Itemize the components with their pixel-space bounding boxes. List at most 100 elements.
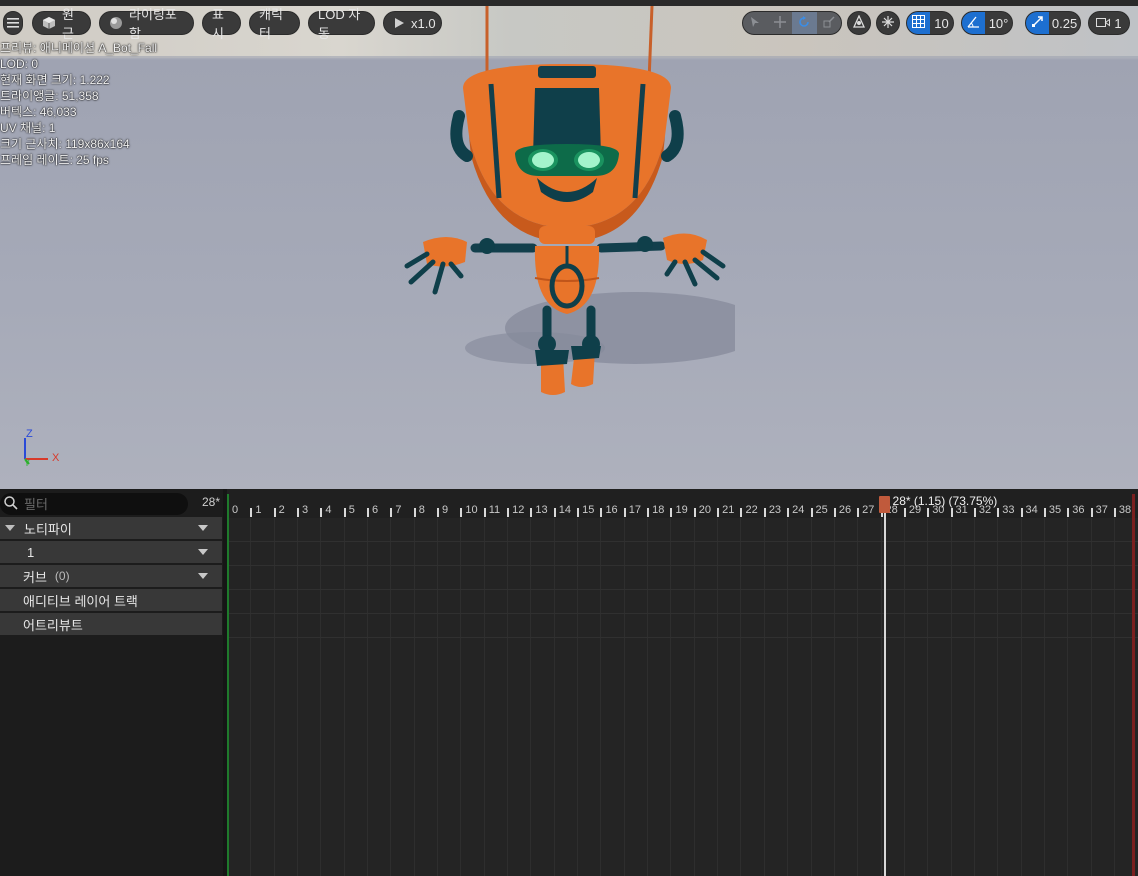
- move-arrows-icon: [773, 15, 786, 31]
- scale-snap-value[interactable]: 0.25: [1049, 12, 1080, 34]
- frame-tick-label: 7: [395, 504, 402, 516]
- track-attributes[interactable]: 어트리뷰트: [0, 613, 222, 636]
- viewport-menu-button[interactable]: [3, 11, 23, 35]
- track-notifies[interactable]: 노티파이: [0, 517, 222, 540]
- filter-search-box[interactable]: [0, 493, 188, 515]
- playhead-handle[interactable]: [878, 496, 890, 513]
- lighting-mode-button[interactable]: 라이팅포함: [99, 7, 194, 41]
- frame-gridline: [530, 518, 532, 876]
- frame-gridline: [460, 518, 462, 876]
- dropdown-arrow-icon[interactable]: [198, 549, 208, 555]
- track-label: 애디티브 레이어 트랙: [23, 593, 138, 609]
- frame-tick-mark: [1090, 508, 1093, 517]
- track-curves[interactable]: 커브 (0): [0, 565, 222, 588]
- track-additive-layers[interactable]: 애디티브 레이어 트랙: [0, 589, 222, 612]
- frame-tick-mark: [903, 508, 906, 517]
- playhead-label: 28* (1.15) (73.75%): [892, 494, 998, 508]
- anim-editor: 원근 라이팅포함 표시 캐릭터 LOD 자동 x1.0 10 10° 0.25 …: [0, 0, 1138, 876]
- track-notify-1[interactable]: 1: [0, 541, 222, 564]
- character-menu-button[interactable]: 캐릭터: [249, 7, 300, 41]
- frame-gridline: [507, 518, 509, 876]
- frame-gridline: [880, 518, 882, 876]
- globe-icon: [852, 13, 866, 32]
- frame-tick-label: 2: [278, 504, 285, 516]
- coordinate-space-button[interactable]: [847, 11, 871, 35]
- preview-viewport[interactable]: 원근 라이팅포함 표시 캐릭터 LOD 자동 x1.0 10 10° 0.25 …: [0, 0, 1138, 489]
- dropdown-arrow-icon[interactable]: [198, 573, 208, 579]
- hamburger-menu-icon: [7, 18, 19, 28]
- frame-tick-mark: [973, 508, 976, 517]
- frame-gridline: [693, 518, 695, 876]
- frame-ruler[interactable]: 0 1 2 3 4 5 6 7 8 9 10 11 12 13 14 15 16 17 18 19 20 21 22 23 24…: [227, 489, 1138, 518]
- timeline-panel[interactable]: 0 1 2 3 4 5 6 7 8 9 10 11 12 13 14 15 16 17 18 19 20 21 22 23 24…: [227, 489, 1138, 876]
- frame-tick-label: 22: [745, 504, 758, 516]
- filter-input[interactable]: [24, 496, 174, 512]
- frame-tick-label: 4: [325, 504, 332, 516]
- rotate-tool-button[interactable]: [792, 12, 817, 34]
- frame-tick-label: 11: [488, 504, 501, 516]
- frame-gridline: [320, 518, 322, 876]
- frame-gridline: [647, 518, 649, 876]
- grid-snap-toggle[interactable]: [907, 12, 930, 34]
- scale-tool-button[interactable]: [817, 12, 842, 34]
- character-menu-label: 캐릭터: [259, 7, 283, 41]
- select-tool-button[interactable]: [743, 12, 768, 34]
- frame-tick-label: 9: [442, 504, 449, 516]
- frame-gridline: [623, 518, 625, 876]
- search-icon: [4, 495, 18, 513]
- frame-tick-mark: [413, 508, 416, 517]
- frame-tick-mark: [857, 508, 860, 517]
- rotation-snap-value[interactable]: 10°: [985, 12, 1012, 34]
- frame-gridline: [1020, 518, 1022, 876]
- camera-speed-control[interactable]: 1: [1088, 11, 1130, 35]
- row-separator: [227, 637, 1138, 638]
- grid-icon: [912, 15, 925, 31]
- axis-z-label: Z: [26, 428, 33, 440]
- frame-tick-mark: [390, 508, 393, 517]
- rotation-snap-toggle[interactable]: [962, 12, 986, 34]
- start-range-marker[interactable]: [227, 494, 229, 876]
- grid-snap-control[interactable]: 10: [906, 11, 954, 35]
- frame-gridline: [787, 518, 789, 876]
- frame-gridline: [367, 518, 369, 876]
- playback-speed-button[interactable]: x1.0: [383, 11, 442, 35]
- transform-tools: [742, 11, 842, 35]
- perspective-button[interactable]: 원근: [32, 7, 91, 41]
- frame-gridline: [903, 518, 905, 876]
- translate-tool-button[interactable]: [768, 12, 793, 34]
- axis-y-label: Y: [24, 458, 31, 468]
- lod-menu-button[interactable]: LOD 자동: [308, 7, 375, 41]
- scale-snap-toggle[interactable]: [1026, 12, 1050, 34]
- frame-tick-label: 20: [698, 504, 712, 516]
- frame-tick-label: 24: [792, 504, 805, 516]
- frame-tick-label: 17: [628, 504, 642, 516]
- surface-snap-button[interactable]: [876, 11, 900, 35]
- frame-tick-label: 23: [768, 504, 782, 516]
- scale-snap-control[interactable]: 0.25: [1025, 11, 1081, 35]
- row-separator: [227, 565, 1138, 566]
- frame-tick-mark: [273, 508, 276, 517]
- frame-gridline: [763, 518, 765, 876]
- camera-speed-button[interactable]: 1: [1089, 12, 1129, 34]
- frame-tick-mark: [507, 508, 510, 517]
- lighting-mode-label: 라이팅포함: [129, 7, 177, 41]
- dropdown-arrow-icon[interactable]: [198, 525, 208, 531]
- rotation-snap-control[interactable]: 10°: [961, 11, 1013, 35]
- video-camera-icon: [1096, 16, 1111, 31]
- frame-gridline: [927, 518, 929, 876]
- frame-gridline: [390, 518, 392, 876]
- frame-gridline: [810, 518, 812, 876]
- approx-size-text: 크기 근사치: 119x86x164: [0, 137, 130, 151]
- collapse-triangle-icon[interactable]: [5, 525, 15, 531]
- surface-snap-icon: [881, 15, 895, 32]
- frame-tick-label: 10: [465, 504, 478, 516]
- playhead-line: [883, 505, 886, 876]
- show-menu-button[interactable]: 표시: [202, 7, 241, 41]
- vertex-count-text: 버텍스: 46,033: [0, 105, 77, 119]
- frame-gridline: [1043, 518, 1045, 876]
- end-range-marker[interactable]: [1132, 494, 1135, 876]
- frame-tick-mark: [763, 508, 766, 517]
- frame-tick-mark: [740, 508, 743, 517]
- grid-snap-value[interactable]: 10: [930, 12, 953, 34]
- frame-gridline: [577, 518, 579, 876]
